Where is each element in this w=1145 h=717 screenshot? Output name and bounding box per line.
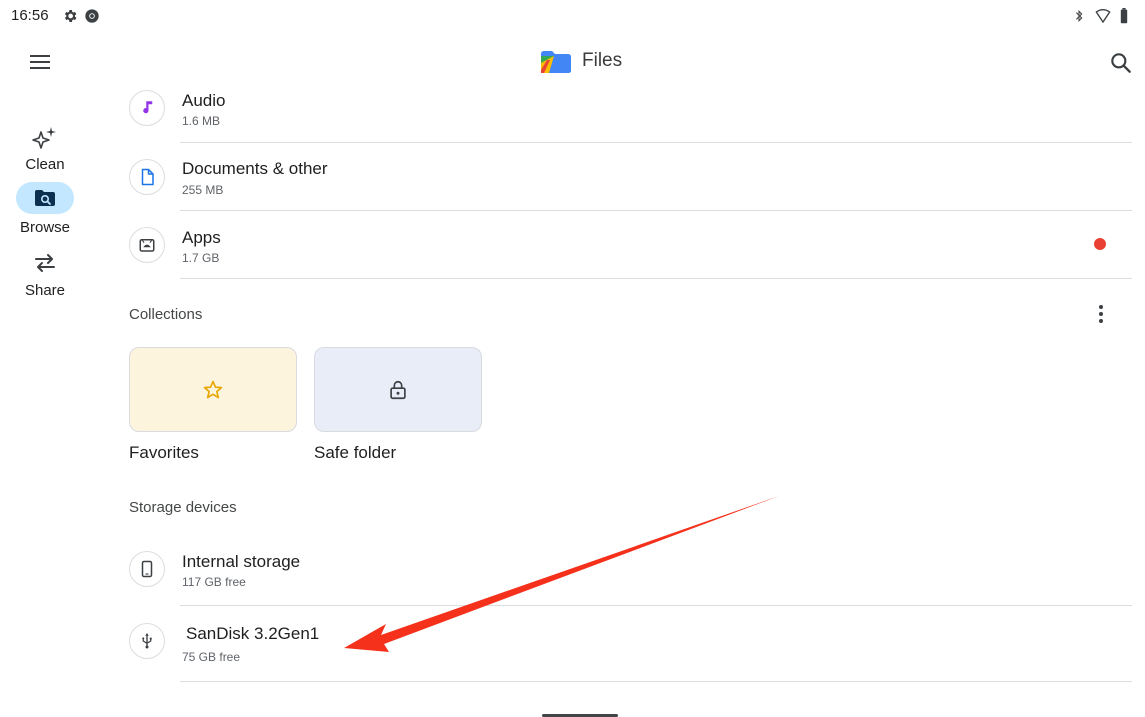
lock-icon [390, 380, 406, 399]
collection-label-safe-folder: Safe folder [314, 443, 397, 462]
divider [180, 681, 1132, 682]
more-vert-icon[interactable] [1090, 302, 1112, 326]
rail-item-share[interactable]: Share [0, 248, 90, 304]
rail-item-clean[interactable]: Clean [0, 123, 90, 179]
section-title-collections: Collections [129, 306, 203, 323]
page-title: Files [582, 50, 623, 71]
android-icon [129, 227, 165, 263]
list-item-subtitle: 1.6 MB [182, 114, 221, 128]
bluetooth-icon [1075, 10, 1083, 22]
list-item-title: Internal storage [182, 552, 301, 571]
rail-label-clean: Clean [25, 156, 65, 173]
collection-label-favorites: Favorites [129, 443, 199, 462]
status-bar: 16:56 [0, 0, 1145, 34]
chrome-icon [85, 9, 99, 23]
swap-arrows-icon [35, 254, 55, 272]
status-time: 16:56 [11, 7, 49, 24]
rail-label-browse: Browse [19, 219, 71, 236]
list-item-title: SanDisk 3.2Gen1 [186, 624, 320, 643]
files-logo-icon [541, 51, 571, 73]
sparkle-icon [32, 127, 56, 149]
battery-icon [1120, 8, 1128, 24]
usb-icon [129, 623, 165, 659]
phone-icon [129, 551, 165, 587]
list-item-title: Apps [182, 228, 221, 247]
list-item-sandisk[interactable]: SanDisk 3.2Gen1 75 GB free [120, 606, 1132, 680]
list-item-documents[interactable]: Documents & other 255 MB [120, 143, 1132, 211]
list-item-title: Audio [182, 91, 226, 110]
search-icon[interactable] [1108, 50, 1134, 76]
list-item-subtitle: 117 GB free [182, 575, 246, 589]
list-item-subtitle: 1.7 GB [182, 251, 220, 265]
rail-item-browse[interactable]: Browse [0, 182, 90, 240]
collection-tile-safe-folder[interactable] [314, 347, 482, 432]
rail-label-share: Share [24, 282, 66, 299]
folder-search-icon [35, 190, 55, 206]
list-item-audio[interactable]: Audio 1.6 MB [120, 84, 1132, 140]
list-item-apps[interactable]: Apps 1.7 GB [120, 211, 1132, 279]
divider [180, 278, 1132, 279]
wifi-icon [1095, 9, 1111, 24]
settings-icon [64, 10, 77, 22]
notification-dot [1094, 238, 1106, 250]
app-bar: Files [0, 34, 1145, 90]
music-note-icon [129, 90, 165, 126]
list-item-subtitle: 255 MB [182, 183, 224, 197]
list-item-internal-storage[interactable]: Internal storage 117 GB free [120, 537, 1132, 605]
star-icon [203, 380, 223, 398]
list-item-title: Documents & other [182, 159, 328, 178]
hamburger-menu-icon[interactable] [26, 50, 54, 74]
collection-tile-favorites[interactable] [129, 347, 297, 432]
app-brand: Files [540, 48, 622, 74]
document-icon [129, 159, 165, 195]
list-item-subtitle: 75 GB free [182, 650, 241, 664]
section-title-storage-devices: Storage devices [129, 499, 237, 516]
